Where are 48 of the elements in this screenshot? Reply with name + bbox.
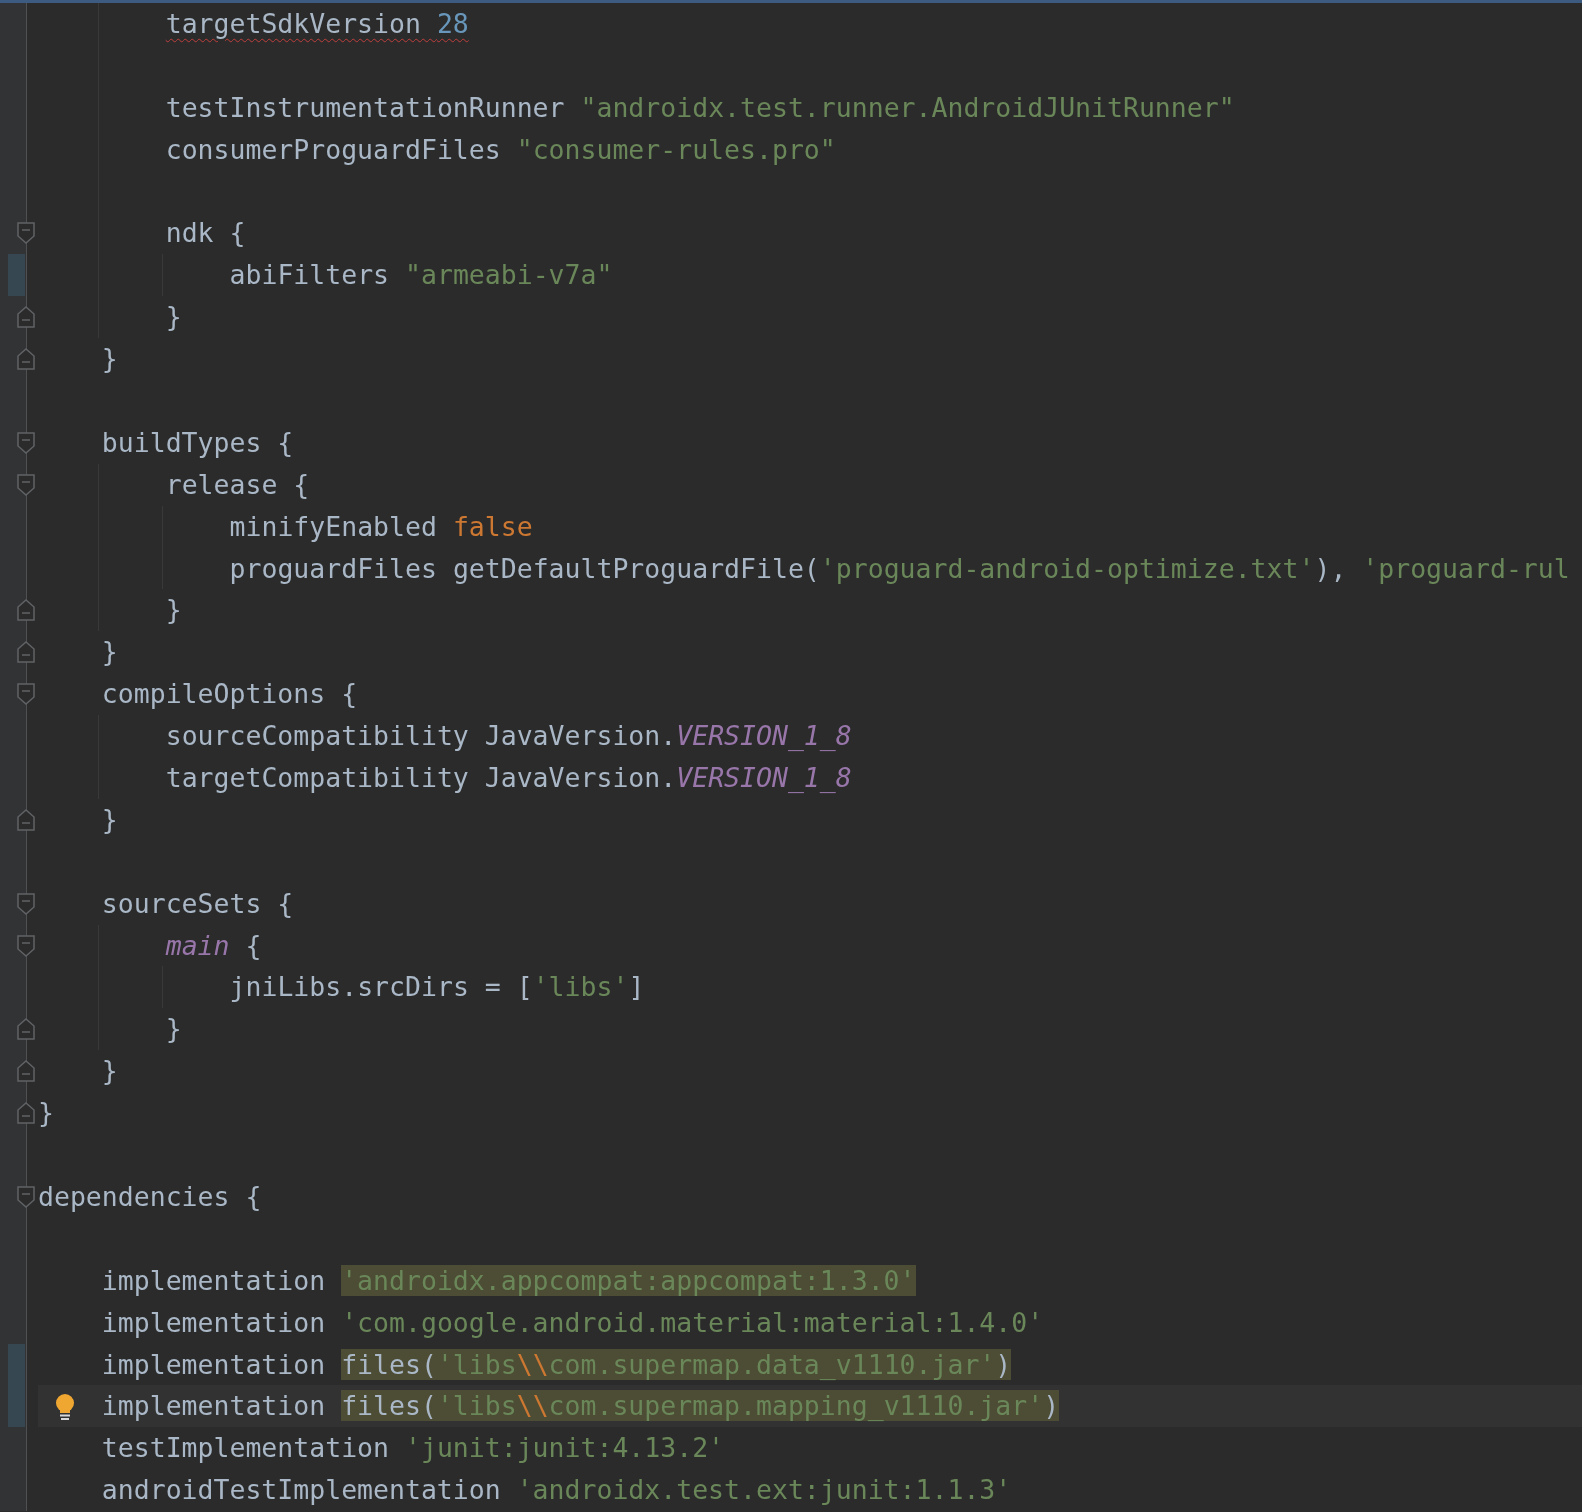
code-line: } (165, 300, 182, 335)
code-line: implementation 'com.google.android.material:material:1.4.0' (101, 1305, 1044, 1340)
code-line: } (165, 593, 182, 628)
lightbulb-icon[interactable] (54, 1393, 76, 1422)
code-line: } (101, 342, 118, 377)
code-line: implementation 'androidx.appcompat:appcompat:1.3.0' (101, 1263, 916, 1298)
change-marker[interactable] (8, 1385, 25, 1428)
code-line: compileOptions { (101, 677, 358, 712)
code-line: } (38, 1096, 54, 1131)
fold-end-icon[interactable] (17, 1060, 35, 1083)
code-line: proguardFiles getDefaultProguardFile('proguard-android-optimize.txt'), 'proguard-rul (229, 551, 1570, 586)
fold-collapse-icon[interactable] (17, 892, 35, 915)
code-line: implementation files('libs\\com.supermap.mapping_v1110.jar') (101, 1389, 1060, 1424)
code-line: targetCompatibility JavaVersion.VERSION_1_8 (165, 761, 852, 796)
code-line: jniLibs.srcDirs = ['libs'] (229, 970, 645, 1005)
code-line: testImplementation 'junit:junit:4.13.2' (101, 1431, 725, 1466)
fold-collapse-icon[interactable] (17, 431, 35, 454)
code-line: main { (165, 928, 262, 963)
fold-collapse-icon[interactable] (17, 934, 35, 957)
fold-end-icon[interactable] (17, 641, 35, 664)
fold-end-icon[interactable] (17, 1018, 35, 1041)
code-line: release { (165, 467, 310, 502)
fold-collapse-icon[interactable] (17, 222, 35, 245)
code-line: } (165, 1012, 182, 1047)
fold-collapse-icon[interactable] (17, 1185, 35, 1208)
code-line: sourceSets { (101, 886, 294, 921)
fold-collapse-icon[interactable] (17, 683, 35, 706)
code-line: minifyEnabled false (229, 509, 533, 544)
code-line: consumerProguardFiles "consumer-rules.pro" (165, 132, 836, 167)
fold-end-icon[interactable] (17, 599, 35, 622)
fold-end-icon[interactable] (17, 306, 35, 329)
change-marker[interactable] (8, 1343, 25, 1386)
code-line: dependencies { (38, 1179, 262, 1214)
code-line: ndk { (165, 216, 246, 251)
code-line: targetSdkVersion 28 (165, 7, 469, 41)
code-line: androidTestImplementation 'androidx.test.ext:junit:1.1.3' (101, 1473, 1012, 1508)
code-line: } (101, 802, 118, 837)
code-line: } (101, 1054, 118, 1089)
fold-end-icon[interactable] (17, 348, 35, 371)
code-line: implementation files('libs\\com.supermap.data_v1110.jar') (101, 1347, 1012, 1382)
code-line: } (101, 635, 118, 670)
code-line: buildTypes { (101, 425, 294, 460)
code-line: sourceCompatibility JavaVersion.VERSION_1_8 (165, 719, 852, 754)
fold-end-icon[interactable] (17, 1102, 35, 1125)
fold-collapse-icon[interactable] (17, 473, 35, 496)
code-line: testInstrumentationRunner "androidx.test.runner.AndroidJUnitRunner" (165, 90, 1235, 125)
code-line: abiFilters "armeabi-v7a" (229, 258, 613, 293)
change-marker[interactable] (8, 254, 25, 297)
